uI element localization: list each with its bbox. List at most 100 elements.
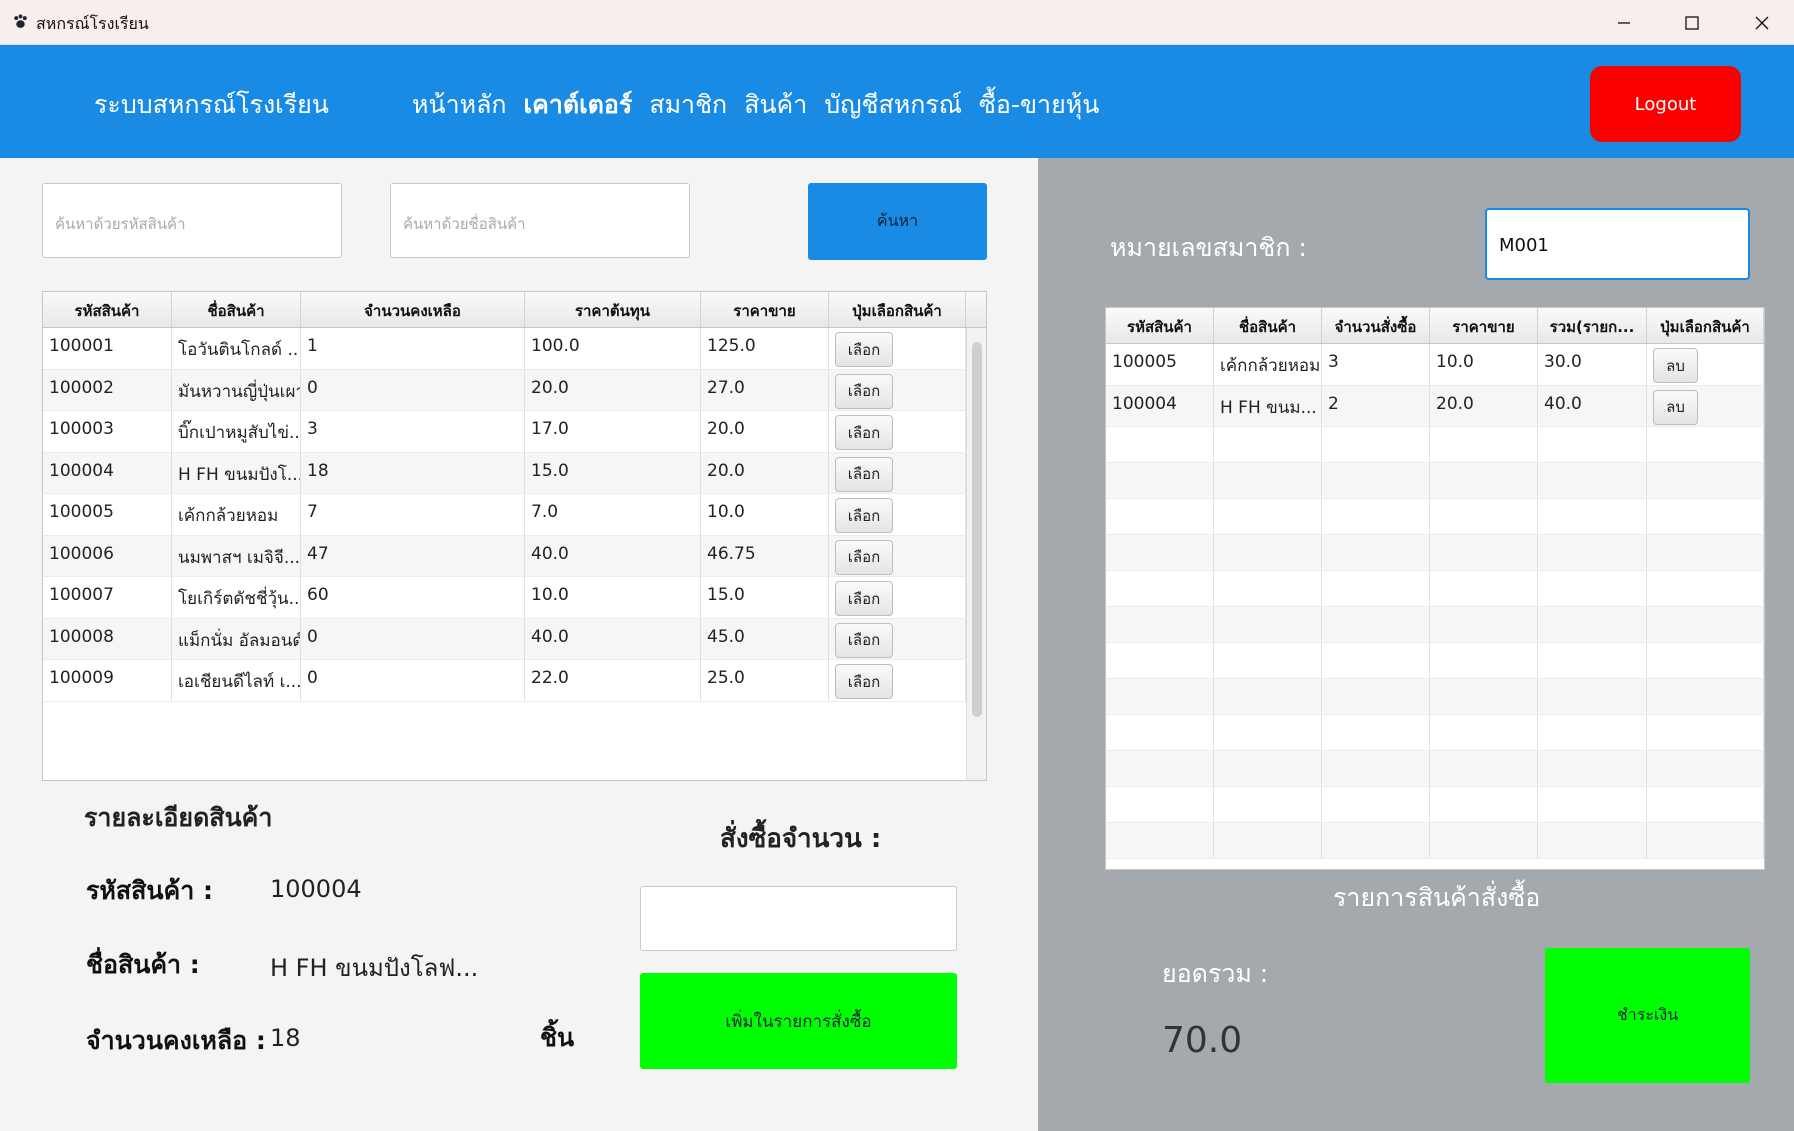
logout-button[interactable]: Logout xyxy=(1590,66,1741,142)
table-row[interactable]: 100001 โอวันตินโกลด์ ... 1 100.0 125.0 เลือก xyxy=(43,328,986,370)
table-cell: เลือก xyxy=(829,577,966,618)
table-cell: เลือก xyxy=(829,494,966,535)
maximize-button[interactable] xyxy=(1657,0,1727,45)
member-id-input[interactable]: M001 xyxy=(1485,208,1750,280)
col-header[interactable]: จำนวนสั่งซื้อ xyxy=(1322,308,1430,343)
table-cell xyxy=(1430,571,1538,606)
empty-row xyxy=(1106,571,1764,607)
table-cell xyxy=(1322,607,1430,642)
app-header: ระบบสหกรณ์โรงเรียน หน้าหลัก เคาต์เตอร์ ส… xyxy=(0,45,1794,158)
table-row[interactable]: 100005 เค้กกล้วยหอม 3 10.0 30.0 ลบ xyxy=(1106,344,1764,386)
table-row[interactable]: 100004 H FH ขนม... 2 20.0 40.0 ลบ xyxy=(1106,385,1764,427)
search-code-input[interactable]: ค้นหาด้วยรหัสสินค้า xyxy=(42,183,342,258)
empty-row xyxy=(1106,463,1764,499)
col-header[interactable]: ปุ่มเลือกสินค้า xyxy=(829,292,966,327)
table-cell xyxy=(1214,823,1322,858)
select-product-button[interactable]: เลือก xyxy=(835,498,893,533)
table-row[interactable]: 100002 มันหวานญี่ปุ่นเผา 0 20.0 27.0 เลือก xyxy=(43,369,986,411)
table-cell xyxy=(1430,535,1538,570)
table-cell xyxy=(1647,607,1764,642)
col-header[interactable]: รหัสสินค้า xyxy=(1106,308,1214,343)
empty-row xyxy=(1106,823,1764,859)
add-to-order-button[interactable]: เพิ่มในรายการสั่งซื้อ xyxy=(640,973,957,1069)
close-button[interactable] xyxy=(1727,0,1794,45)
search-button[interactable]: ค้นหา xyxy=(808,183,987,260)
col-header[interactable]: จำนวนคงเหลือ xyxy=(301,292,525,327)
table-cell xyxy=(1430,463,1538,498)
paw-icon xyxy=(14,14,27,28)
table-cell: 30.0 xyxy=(1538,344,1647,385)
qty-input[interactable] xyxy=(640,886,957,951)
table-cell: แม็กนั่ม อัลมอนด์ xyxy=(172,618,301,659)
window-title: สหกรณ์โรงเรียน xyxy=(36,14,149,33)
table-cell: 47 xyxy=(301,535,525,576)
table-cell: นมพาสฯ เมจิจี... xyxy=(172,535,301,576)
table-cell xyxy=(1538,463,1647,498)
detail-code-value: 100004 xyxy=(270,875,362,903)
table-cell xyxy=(1214,571,1322,606)
table-cell xyxy=(1322,679,1430,714)
nav-members[interactable]: สมาชิก xyxy=(649,85,727,125)
table-cell: เค้กกล้วยหอม xyxy=(172,494,301,535)
nav-products[interactable]: สินค้า xyxy=(744,85,807,125)
table-row[interactable]: 100007 โยเกิร์ตดัชชี่วุ้น... 60 10.0 15.0 เลื… xyxy=(43,577,986,619)
scroll-thumb[interactable] xyxy=(972,342,982,717)
select-product-button[interactable]: เลือก xyxy=(835,415,893,450)
select-product-button[interactable]: เลือก xyxy=(835,622,893,658)
table-cell xyxy=(1538,715,1647,750)
table-cell xyxy=(1538,607,1647,642)
table-cell xyxy=(1106,751,1214,786)
col-header[interactable]: ชื่อสินค้า xyxy=(1214,308,1322,343)
col-header[interactable]: ราคาขาย xyxy=(1430,308,1538,343)
col-header[interactable]: รหัสสินค้า xyxy=(43,292,172,327)
nav-home[interactable]: หน้าหลัก xyxy=(412,85,507,125)
col-header[interactable]: ชื่อสินค้า xyxy=(172,292,301,327)
table-cell xyxy=(1538,787,1647,822)
col-header[interactable]: ราคาต้นทุน xyxy=(525,292,701,327)
nav-counter[interactable]: เคาต์เตอร์ xyxy=(524,85,633,125)
table-cell xyxy=(1430,643,1538,678)
app-brand: ระบบสหกรณ์โรงเรียน xyxy=(94,90,329,119)
table-cell xyxy=(1538,427,1647,462)
table-cell: 0 xyxy=(301,618,525,659)
table-cell xyxy=(1322,571,1430,606)
delete-item-button[interactable]: ลบ xyxy=(1653,389,1698,425)
select-product-button[interactable]: เลือก xyxy=(835,456,893,492)
nav-accounts[interactable]: บัญชีสหกรณ์ xyxy=(824,85,962,125)
empty-row xyxy=(1106,787,1764,823)
nav-shares[interactable]: ซื้อ-ขายหุ้น xyxy=(979,85,1099,125)
table-cell: 20.0 xyxy=(701,452,829,493)
col-header[interactable]: ปุ่มเลือกสินค้า xyxy=(1647,308,1764,343)
select-product-button[interactable]: เลือก xyxy=(835,332,893,367)
table-cell: 15.0 xyxy=(525,452,701,493)
table-row[interactable]: 100005 เค้กกล้วยหอม 7 7.0 10.0 เลือก xyxy=(43,494,986,536)
table-cell: 25.0 xyxy=(701,660,829,701)
table-row[interactable]: 100008 แม็กนั่ม อัลมอนด์ 0 40.0 45.0 เลือก xyxy=(43,618,986,660)
table-cell xyxy=(1322,499,1430,534)
table-cell xyxy=(1214,499,1322,534)
select-product-button[interactable]: เลือก xyxy=(835,539,893,575)
table-row[interactable]: 100009 เอเชียนดีไลท์ เ... 0 22.0 25.0 เลือก xyxy=(43,660,986,702)
table-cell xyxy=(1647,787,1764,822)
table-cell: 100004 xyxy=(1106,385,1214,426)
table-row[interactable]: 100006 นมพาสฯ เมจิจี... 47 40.0 46.75 เลือก xyxy=(43,535,986,577)
table-cell xyxy=(1322,715,1430,750)
table-row[interactable]: 100003 บิ๊กเปาหมูสับไข่... 3 17.0 20.0 เลือก xyxy=(43,411,986,453)
empty-row xyxy=(1106,679,1764,715)
select-product-button[interactable]: เลือก xyxy=(835,581,893,616)
search-name-input[interactable]: ค้นหาด้วยชื่อสินค้า xyxy=(390,183,690,258)
table-cell xyxy=(1214,535,1322,570)
table-cell: 40.0 xyxy=(1538,385,1647,426)
col-header[interactable]: รวม(รายก... xyxy=(1538,308,1647,343)
pay-button[interactable]: ชำระเงิน xyxy=(1545,948,1750,1083)
table-cell xyxy=(1647,571,1764,606)
product-table-scrollbar[interactable] xyxy=(966,328,986,780)
select-product-button[interactable]: เลือก xyxy=(835,373,893,409)
maximize-icon xyxy=(1685,15,1699,30)
select-product-button[interactable]: เลือก xyxy=(835,664,893,699)
empty-row xyxy=(1106,751,1764,787)
minimize-button[interactable] xyxy=(1589,0,1659,45)
table-row[interactable]: 100004 H FH ขนมปังโ... 18 15.0 20.0 เลือก xyxy=(43,452,986,494)
col-header[interactable]: ราคาขาย xyxy=(701,292,829,327)
delete-item-button[interactable]: ลบ xyxy=(1653,348,1698,383)
